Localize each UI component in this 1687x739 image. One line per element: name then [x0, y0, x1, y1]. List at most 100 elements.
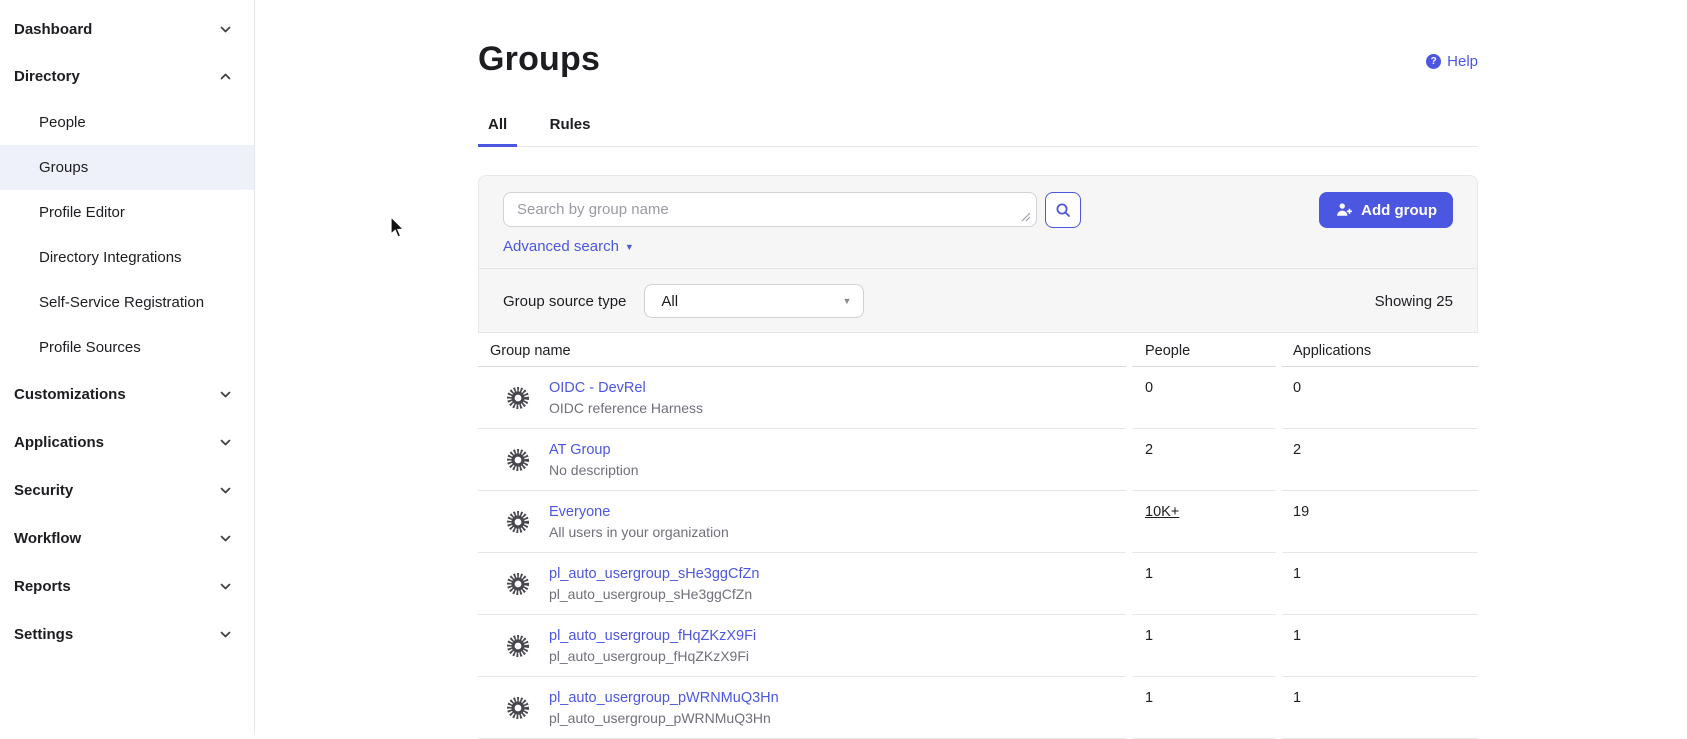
group-name-link[interactable]: pl_auto_usergroup_fHqZKzX9Fi — [549, 628, 756, 644]
advanced-search-label: Advanced search — [503, 238, 619, 255]
group-name-link[interactable]: pl_auto_usergroup_sHe3ggCfZn — [549, 566, 759, 582]
table-row: pl_auto_usergroup_pWRNMuQ3Hn pl_auto_use… — [478, 677, 1478, 739]
group-name-link[interactable]: Everyone — [549, 504, 729, 520]
sidebar-item-profile-editor[interactable]: Profile Editor — [0, 190, 254, 235]
group-avatar-icon — [506, 510, 530, 534]
tab-bar: All Rules — [478, 106, 1478, 147]
add-group-icon — [1335, 202, 1353, 218]
groups-table: Group name People Applications OIDC - De… — [478, 335, 1478, 739]
applications-count: 1 — [1282, 615, 1478, 677]
sidebar-item-applications[interactable]: Applications — [0, 418, 254, 466]
sidebar-item-label: Applications — [14, 434, 104, 451]
group-avatar-icon — [506, 696, 530, 720]
applications-count: 0 — [1282, 367, 1478, 429]
sidebar-item-workflow[interactable]: Workflow — [0, 514, 254, 562]
people-count-link[interactable]: 10K+ — [1145, 504, 1179, 520]
sidebar-item-label: Profile Editor — [39, 204, 125, 221]
people-count: 1 — [1132, 615, 1276, 677]
sidebar-item-self-service-registration[interactable]: Self-Service Registration — [0, 280, 254, 325]
search-icon — [1055, 202, 1071, 218]
group-description: No description — [549, 462, 639, 478]
group-avatar-icon — [506, 448, 530, 472]
group-name-link[interactable]: AT Group — [549, 442, 639, 458]
group-avatar-icon — [506, 386, 530, 410]
sidebar-item-directory[interactable]: Directory — [0, 53, 254, 100]
chevron-down-icon — [219, 580, 232, 593]
chevron-down-icon — [219, 436, 232, 449]
caret-down-icon: ▼ — [842, 296, 851, 306]
sidebar-item-directory-integrations[interactable]: Directory Integrations — [0, 235, 254, 280]
sidebar-item-security[interactable]: Security — [0, 466, 254, 514]
applications-count: 2 — [1282, 429, 1478, 491]
sidebar-item-people[interactable]: People — [0, 100, 254, 145]
group-name-link[interactable]: OIDC - DevRel — [549, 380, 703, 396]
table-header: Group name People Applications — [478, 335, 1478, 367]
sidebar-item-label: Directory — [14, 68, 80, 85]
group-description: All users in your organization — [549, 524, 729, 540]
showing-count: Showing 25 — [1375, 293, 1453, 310]
group-description: pl_auto_usergroup_pWRNMuQ3Hn — [549, 710, 779, 726]
table-row: Everyone All users in your organization … — [478, 491, 1478, 553]
chevron-down-icon — [219, 388, 232, 401]
table-row: pl_auto_usergroup_sHe3ggCfZn pl_auto_use… — [478, 553, 1478, 615]
group-description: pl_auto_usergroup_fHqZKzX9Fi — [549, 648, 756, 664]
applications-count: 1 — [1282, 553, 1478, 615]
sidebar-item-label: Profile Sources — [39, 339, 141, 356]
help-label: Help — [1447, 53, 1478, 70]
chevron-down-icon — [219, 23, 232, 36]
sidebar-item-label: Workflow — [14, 530, 81, 547]
sidebar-item-groups[interactable]: Groups — [0, 145, 254, 190]
sidebar-item-label: People — [39, 114, 86, 131]
help-icon: ? — [1426, 54, 1441, 69]
sidebar-item-label: Reports — [14, 578, 71, 595]
table-row: AT Group No description 2 2 — [478, 429, 1478, 491]
sidebar-item-settings[interactable]: Settings — [0, 610, 254, 658]
add-group-button[interactable]: Add group — [1319, 192, 1453, 228]
sidebar-item-customizations[interactable]: Customizations — [0, 370, 254, 418]
sidebar-item-reports[interactable]: Reports — [0, 562, 254, 610]
people-count: 1 — [1132, 553, 1276, 615]
group-name-link[interactable]: pl_auto_usergroup_pWRNMuQ3Hn — [549, 690, 779, 706]
main-content: Groups ? Help All Rules — [255, 0, 1687, 734]
people-count: 0 — [1132, 367, 1276, 429]
chevron-down-icon — [219, 628, 232, 641]
page-title: Groups — [478, 40, 600, 79]
advanced-search-link[interactable]: Advanced search ▼ — [503, 238, 634, 255]
group-avatar-icon — [506, 634, 530, 658]
sidebar-item-dashboard[interactable]: Dashboard — [0, 6, 254, 53]
sidebar-item-label: Security — [14, 482, 73, 499]
chevron-down-icon — [219, 484, 232, 497]
table-row: pl_auto_usergroup_fHqZKzX9Fi pl_auto_use… — [478, 615, 1478, 677]
chevron-up-icon — [219, 70, 232, 83]
sidebar-item-label: Self-Service Registration — [39, 294, 204, 311]
source-type-select[interactable]: All ▼ — [644, 284, 864, 318]
source-type-value: All — [661, 293, 678, 310]
help-link[interactable]: ? Help — [1426, 53, 1478, 70]
sidebar-item-label: Directory Integrations — [39, 249, 182, 266]
group-description: OIDC reference Harness — [549, 400, 703, 416]
chevron-down-icon — [219, 532, 232, 545]
people-count: 2 — [1132, 429, 1276, 491]
search-input[interactable] — [503, 192, 1037, 227]
table-row: OIDC - DevRel OIDC reference Harness 0 0 — [478, 367, 1478, 429]
sidebar-item-label: Customizations — [14, 386, 126, 403]
sidebar: Dashboard Directory People Groups Profil… — [0, 0, 255, 734]
column-header-applications: Applications — [1282, 335, 1478, 367]
sidebar-item-profile-sources[interactable]: Profile Sources — [0, 325, 254, 370]
group-avatar-icon — [506, 572, 530, 596]
tab-rules[interactable]: Rules — [540, 106, 601, 146]
column-header-people: People — [1132, 335, 1276, 367]
applications-count: 1 — [1282, 677, 1478, 739]
source-type-label: Group source type — [503, 293, 626, 310]
group-description: pl_auto_usergroup_sHe3ggCfZn — [549, 586, 759, 602]
column-header-group-name: Group name — [478, 335, 1126, 367]
tab-all[interactable]: All — [478, 106, 517, 146]
add-group-label: Add group — [1361, 202, 1437, 219]
applications-count: 19 — [1282, 491, 1478, 553]
mouse-cursor — [389, 216, 406, 240]
search-button[interactable] — [1045, 192, 1081, 228]
sidebar-item-label: Groups — [39, 159, 88, 176]
filter-panel: Add group Advanced search ▼ Group source… — [478, 175, 1478, 333]
caret-down-icon: ▼ — [625, 242, 634, 252]
people-count: 1 — [1132, 677, 1276, 739]
